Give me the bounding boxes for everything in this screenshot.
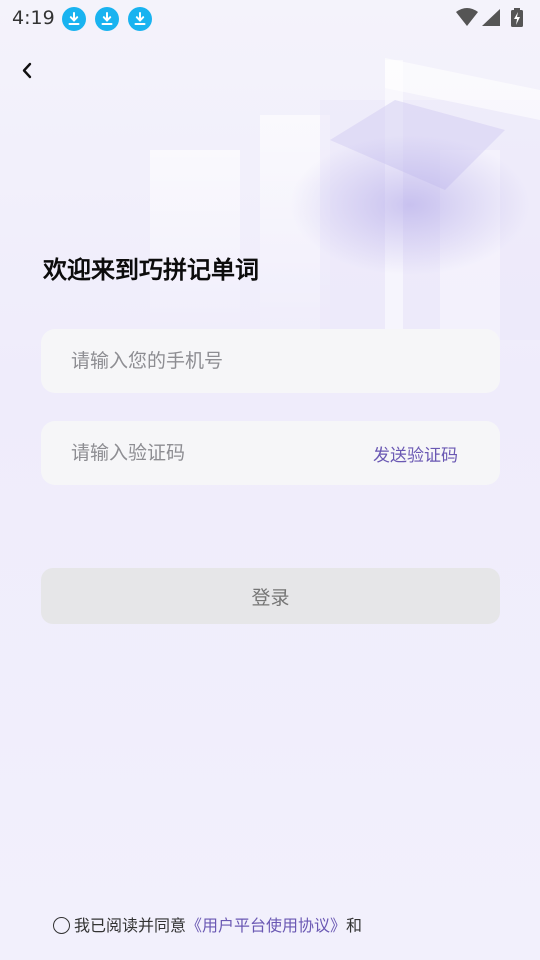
- battery-charging-icon: [511, 8, 523, 27]
- login-button[interactable]: 登录: [41, 568, 500, 624]
- agreement-fade-overlay: [378, 904, 540, 944]
- system-status-icons: [456, 8, 523, 27]
- cell-signal-icon: [482, 9, 500, 26]
- phone-field: [41, 329, 500, 393]
- user-agreement-link[interactable]: 《用户平台使用协议》: [186, 916, 346, 935]
- download-icon: [95, 7, 119, 31]
- agreement-checkbox[interactable]: [53, 917, 70, 934]
- back-button[interactable]: [14, 56, 44, 86]
- welcome-title: 欢迎来到巧拼记单词: [43, 256, 259, 284]
- download-icon: [62, 7, 86, 31]
- background-building-graphic: [150, 58, 540, 340]
- agreement-row: 我已阅读并同意《用户平台使用协议》和: [53, 912, 363, 935]
- agreement-suffix: 和: [346, 916, 363, 935]
- phone-input[interactable]: [71, 329, 371, 393]
- verification-code-input[interactable]: [71, 421, 371, 485]
- status-time: 4:19: [12, 7, 55, 29]
- chevron-left-icon: [22, 62, 32, 79]
- wifi-icon: [456, 8, 478, 26]
- send-code-button[interactable]: 发送验证码: [373, 441, 458, 466]
- code-field: 发送验证码: [41, 421, 500, 485]
- download-icon: [128, 7, 152, 31]
- agreement-prefix: 我已阅读并同意: [74, 916, 187, 935]
- status-bar: 4:19: [0, 0, 540, 36]
